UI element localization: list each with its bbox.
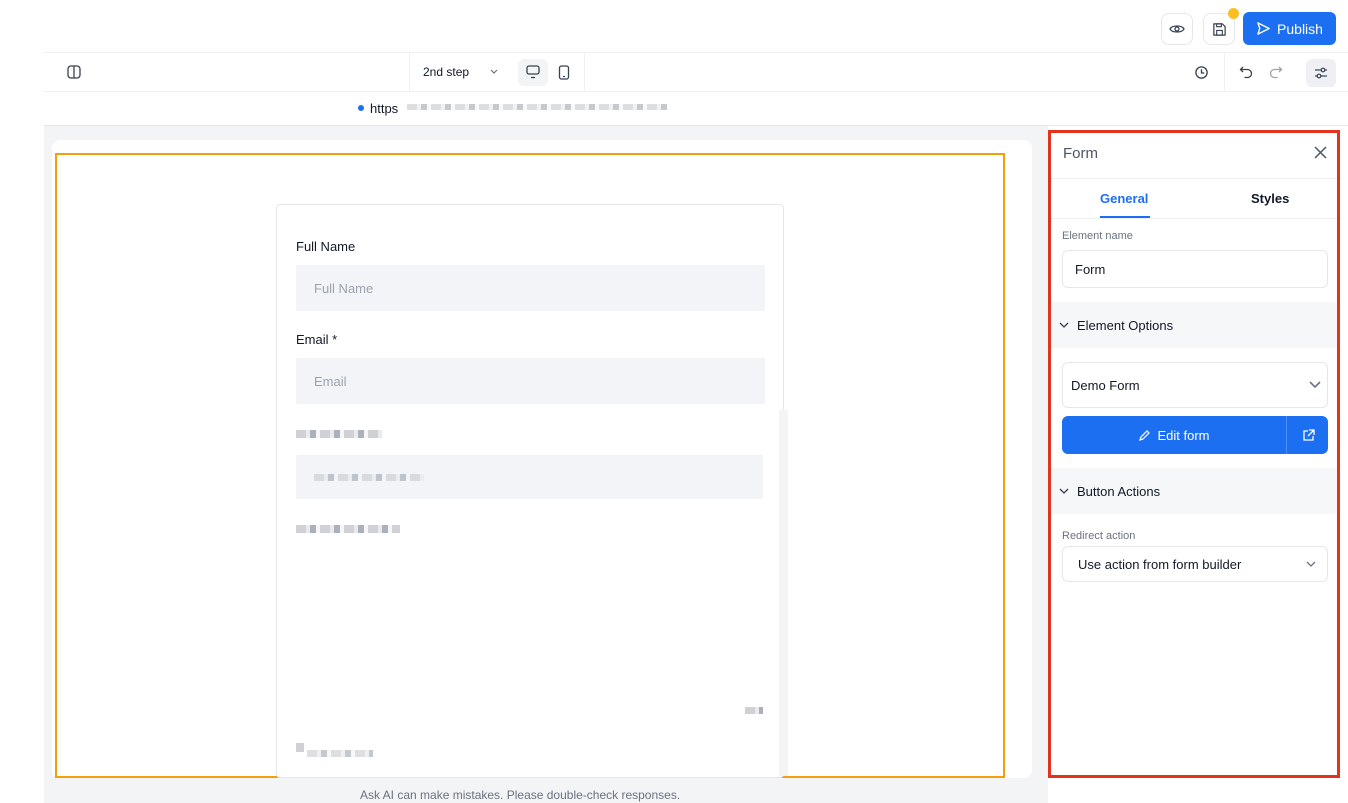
redacted-text [307,750,373,757]
redirect-action-value: Use action from form builder [1078,556,1242,572]
element-name-value: Form [1075,261,1106,277]
external-link-icon [1302,428,1315,441]
ai-disclaimer-bar: Ask AI can make mistakes. Please double-… [44,778,1048,803]
tab-styles[interactable]: Styles [1251,191,1289,206]
desktop-icon [526,65,540,79]
button-divider [1286,416,1287,454]
editor-toolbar: 2nd step [44,52,1348,92]
element-settings-panel: Form General Styles Element name Form El… [1048,130,1340,778]
settings-button[interactable] [1306,59,1336,87]
chevron-down-icon [1309,381,1321,389]
redacted-input[interactable] [296,455,763,499]
redacted-element [745,707,763,714]
open-external-button[interactable] [1288,416,1328,454]
mobile-icon[interactable] [558,65,570,80]
redacted-field-label [296,430,382,438]
button-actions-label: Button Actions [1077,483,1161,499]
field-label: Email * [296,332,338,347]
pencil-icon [1139,429,1151,441]
url-status-dot [358,105,364,111]
divider [1051,218,1337,219]
chevron-down-icon [1059,488,1069,494]
full-name-input[interactable]: Full Name [296,265,765,311]
redo-icon[interactable] [1269,65,1283,79]
email-input[interactable]: Email [296,358,765,404]
step-selector[interactable]: 2nd step [414,53,508,92]
form-select-value: Demo Form [1071,377,1140,393]
chevron-down-icon [490,69,498,74]
redacted-field-label [296,525,400,533]
chevron-down-icon [1306,561,1316,567]
toolbar-divider [1224,53,1225,92]
settings-sliders-icon [1315,67,1327,79]
redacted-text [314,473,424,481]
edit-form-button[interactable]: Edit form [1062,416,1328,454]
form-scrollbar[interactable] [779,410,788,776]
url-redacted [407,104,667,110]
save-icon [1212,22,1226,36]
panel-title: Form [1063,145,1098,162]
element-name-label: Element name [1062,230,1133,242]
field-placeholder: Full Name [314,280,374,296]
eye-icon [1169,25,1185,33]
edit-form-main[interactable]: Edit form [1062,416,1286,454]
form-preview[interactable]: Full Name Full Name Email * Email [276,204,784,778]
edit-form-label: Edit form [1157,427,1210,443]
redirect-action-label: Redirect action [1062,530,1136,542]
close-icon[interactable] [1314,146,1327,159]
toolbar-divider [409,53,410,92]
url-text[interactable]: https [370,101,398,116]
history-icon[interactable] [1194,65,1209,80]
ai-disclaimer: Ask AI can make mistakes. Please double-… [360,788,681,802]
sidebar-toggle-icon[interactable] [67,65,81,79]
preview-button[interactable] [1161,13,1193,45]
url-bar: https [44,92,1348,126]
undo-icon[interactable] [1239,65,1253,79]
send-icon [1257,22,1270,35]
publish-button[interactable]: Publish [1243,12,1336,45]
chevron-down-icon [1059,322,1069,328]
field-label: Full Name [296,239,356,254]
publish-label: Publish [1277,20,1323,37]
tab-general[interactable]: General [1100,191,1148,206]
desktop-view-button[interactable] [518,59,548,86]
element-name-input[interactable]: Form [1062,250,1328,288]
toolbar-divider [584,53,585,92]
step-label: 2nd step [423,65,470,79]
element-options-header[interactable]: Element Options [1051,302,1337,348]
element-options-label: Element Options [1077,317,1174,333]
divider [1051,178,1337,179]
field-placeholder: Email [314,373,347,389]
button-actions-header[interactable]: Button Actions [1051,468,1337,514]
form-select[interactable]: Demo Form [1062,362,1328,408]
unsaved-badge [1228,8,1239,19]
redirect-action-select[interactable]: Use action from form builder [1062,546,1328,582]
top-bar: Publish [0,0,1348,52]
redacted-element [296,743,304,752]
